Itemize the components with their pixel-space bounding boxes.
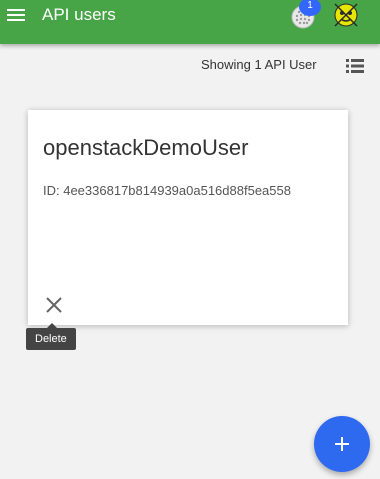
add-user-button[interactable] (314, 416, 370, 472)
plus-icon (335, 437, 349, 451)
result-count: Showing 1 API User (201, 57, 317, 72)
delete-tooltip: Delete (26, 323, 76, 350)
hamburger-menu-icon[interactable] (5, 4, 27, 26)
app-bar: API users 1 (0, 0, 380, 44)
list-view-icon[interactable] (346, 59, 364, 73)
user-id: ID: 4ee336817b814939a0a516d88f5ea558 (43, 183, 291, 198)
user-avatar-icon[interactable] (333, 2, 359, 28)
close-icon[interactable] (43, 294, 65, 316)
page-title: API users (42, 5, 116, 24)
api-user-card[interactable]: openstackDemoUser ID: 4ee336817b814939a0… (28, 110, 348, 325)
user-name: openstackDemoUser (43, 135, 249, 160)
